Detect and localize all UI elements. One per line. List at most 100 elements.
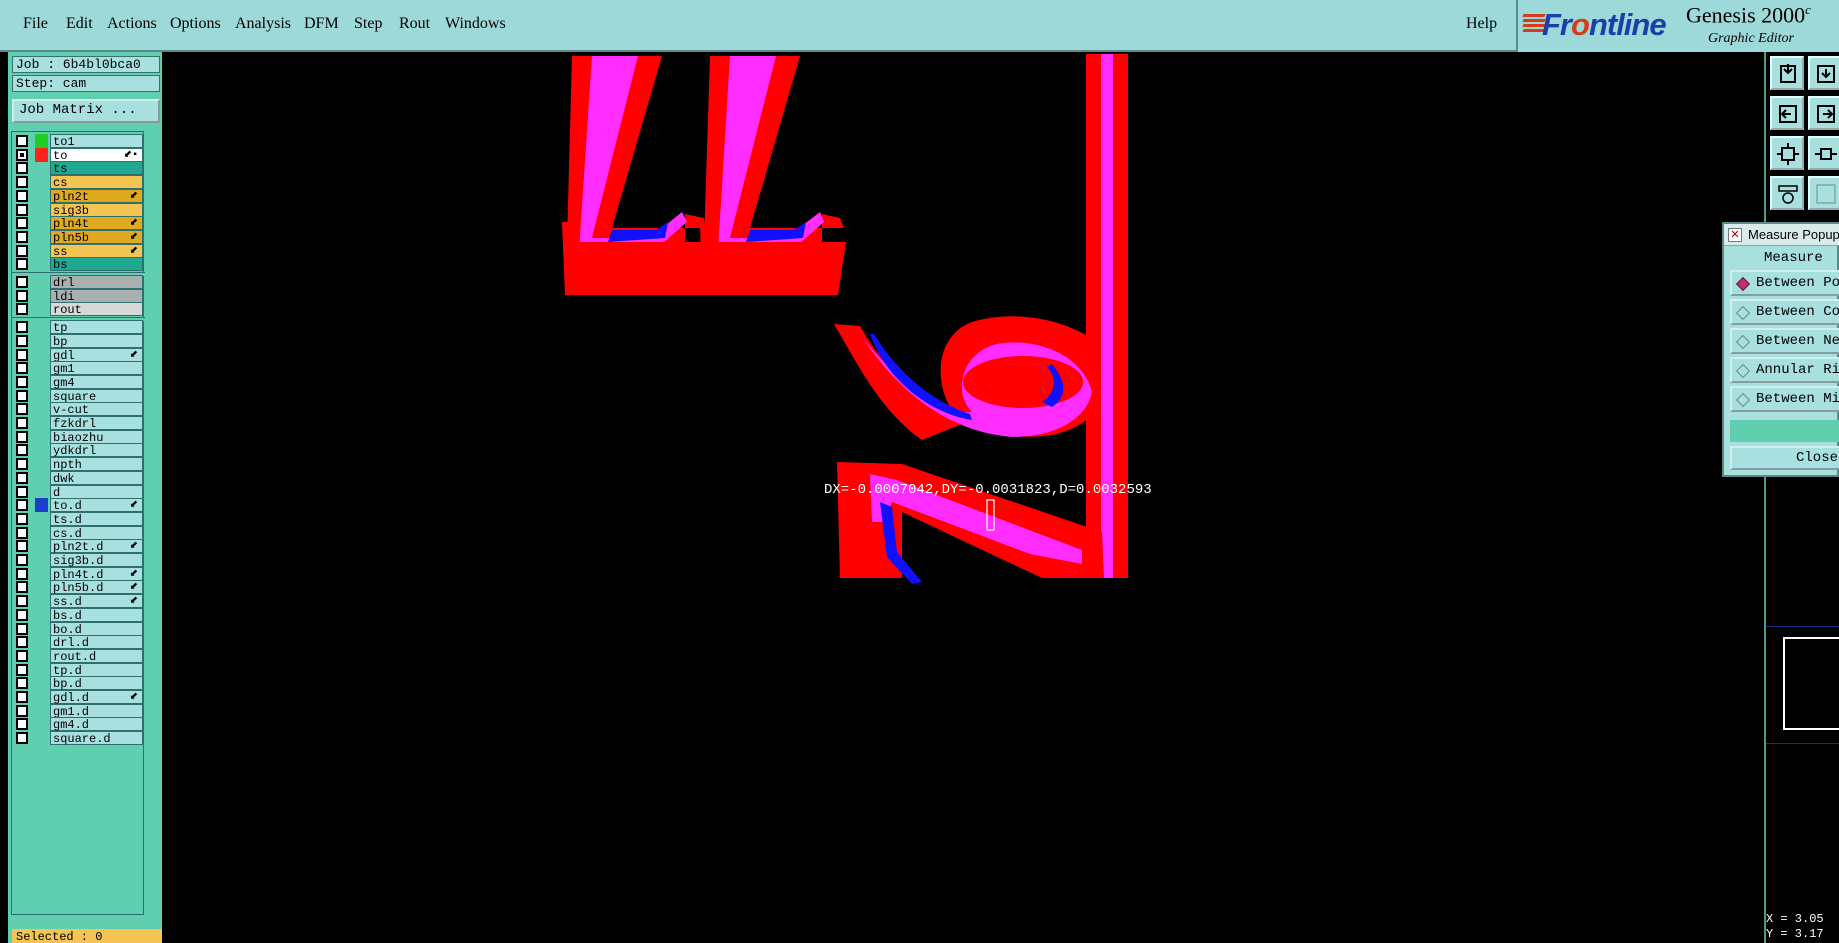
layer-row-rout-d[interactable]: rout.d — [12, 648, 145, 664]
layer-name[interactable]: gm4.d — [50, 717, 143, 732]
layer-checkbox[interactable] — [16, 362, 28, 375]
layer-checkbox[interactable] — [16, 430, 28, 443]
layer-row-fzkdrl[interactable]: fzkdrl — [12, 416, 145, 431]
layer-checkbox[interactable] — [16, 289, 28, 302]
layer-name[interactable]: pln5b ⬋ — [50, 229, 143, 245]
layer-name[interactable]: bo.d — [50, 621, 143, 637]
layer-checkbox[interactable] — [16, 718, 28, 731]
layer-row-npth[interactable]: npth — [12, 457, 145, 472]
pan-right-button[interactable] — [1808, 96, 1839, 130]
layer-name[interactable]: d — [50, 484, 143, 500]
layer-checkbox[interactable] — [16, 622, 28, 635]
menu-options[interactable]: Options — [170, 15, 221, 33]
layer-row-pln5b-d[interactable]: pln5b.d ⬋ — [12, 580, 145, 595]
layer-row-pln4t-d[interactable]: pln4t.d ⬋ — [12, 566, 145, 582]
layer-row-square-d[interactable]: square.d — [12, 731, 145, 746]
layer-name[interactable]: to ⬋▪ — [50, 147, 143, 163]
layer-checkbox[interactable] — [16, 244, 28, 257]
layer-name[interactable]: to1 — [50, 134, 143, 149]
layer-checkbox[interactable] — [16, 471, 28, 484]
grid-button[interactable] — [1808, 176, 1839, 210]
layer-name[interactable]: v-cut — [50, 402, 143, 417]
layer-row-d[interactable]: d — [12, 484, 145, 500]
layer-name[interactable]: cs — [50, 175, 143, 190]
layer-row-gdl-d[interactable]: gdl.d ⬋ — [12, 690, 145, 705]
layer-name[interactable]: dwk — [50, 470, 143, 486]
layer-checkbox[interactable] — [16, 608, 28, 621]
layer-name[interactable]: cs.d — [50, 525, 143, 541]
layer-checkbox[interactable] — [16, 303, 28, 316]
layer-checkbox[interactable] — [16, 485, 28, 498]
layer-name[interactable]: sig3b — [50, 202, 143, 218]
layer-name[interactable]: ts — [50, 161, 143, 176]
layer-name[interactable]: drl — [50, 275, 143, 290]
menu-actions[interactable]: Actions — [107, 15, 157, 33]
layer-name[interactable]: ldi — [50, 288, 143, 304]
layer-checkbox[interactable] — [16, 389, 28, 402]
pan-left-button[interactable] — [1770, 96, 1804, 130]
layer-checkbox[interactable] — [16, 526, 28, 539]
layer-row-pln2t-d[interactable]: pln2t.d ⬋ — [12, 539, 145, 554]
measure-option-between-min[interactable]: Between Mi — [1730, 386, 1839, 412]
menu-analysis[interactable]: Analysis — [235, 15, 291, 33]
layer-name[interactable]: gm4 — [50, 374, 143, 390]
layer-name[interactable]: drl.d — [50, 635, 143, 650]
layer-row-pln4t[interactable]: pln4t ⬋ — [12, 216, 145, 231]
layer-name[interactable]: square — [50, 388, 143, 404]
layer-row-cs[interactable]: cs — [12, 175, 145, 190]
measure-option-between-nets[interactable]: Between Ne — [1730, 328, 1839, 354]
layer-row-pln5b[interactable]: pln5b ⬋ — [12, 229, 145, 245]
menu-windows[interactable]: Windows — [445, 15, 506, 33]
layer-checkbox[interactable] — [16, 403, 28, 416]
layer-name[interactable]: pln2t ⬋ — [50, 188, 143, 204]
layer-checkbox[interactable] — [16, 691, 28, 703]
snap-button[interactable] — [1770, 176, 1804, 210]
layer-checkbox[interactable] — [16, 321, 28, 334]
layer-name[interactable]: square.d — [50, 731, 143, 746]
layer-name[interactable]: pln4t ⬋ — [50, 216, 143, 231]
layer-row-square[interactable]: square — [12, 388, 145, 404]
layer-name[interactable]: pln4t.d ⬋ — [50, 566, 143, 582]
measure-option-annular-ring[interactable]: Annular Ri — [1730, 357, 1839, 383]
layer-checkbox[interactable] — [16, 203, 28, 216]
layer-checkbox[interactable] — [16, 189, 28, 202]
layer-name[interactable]: pln5b.d ⬋ — [50, 580, 143, 595]
layer-row-bp[interactable]: bp — [12, 333, 145, 349]
layer-checkbox[interactable] — [16, 375, 28, 388]
layer-checkbox[interactable] — [16, 567, 28, 580]
layer-row-drl[interactable]: drl — [12, 275, 145, 290]
layer-row-ldi[interactable]: ldi — [12, 288, 145, 304]
menu-edit[interactable]: Edit — [66, 15, 93, 33]
layer-row-ydkdrl[interactable]: ydkdrl — [12, 443, 145, 458]
layer-row-gm4-d[interactable]: gm4.d — [12, 717, 145, 732]
layer-row-gm1[interactable]: gm1 — [12, 361, 145, 376]
layer-row-drl-d[interactable]: drl.d — [12, 635, 145, 650]
layer-name[interactable]: ydkdrl — [50, 443, 143, 458]
layer-checkbox[interactable] — [16, 512, 28, 525]
layer-checkbox[interactable] — [16, 581, 28, 594]
layer-name[interactable]: gm1 — [50, 361, 143, 376]
job-matrix-button[interactable]: Job Matrix ... — [12, 99, 160, 123]
layer-checkbox[interactable] — [16, 636, 28, 649]
layer-checkbox[interactable] — [16, 148, 28, 161]
layer-row-ss-d[interactable]: ss.d ⬋ — [12, 594, 145, 609]
layer-row-sig3b-d[interactable]: sig3b.d — [12, 553, 145, 568]
layer-name[interactable]: bp — [50, 333, 143, 349]
layer-name[interactable]: fzkdrl — [50, 416, 143, 431]
menu-rout[interactable]: Rout — [399, 15, 430, 33]
layer-name[interactable]: ss ⬋ — [50, 243, 143, 259]
fit-button[interactable] — [1770, 136, 1804, 170]
layer-checkbox[interactable] — [16, 499, 28, 512]
layer-row-biaozhu[interactable]: biaozhu — [12, 429, 145, 445]
layer-name[interactable]: to.d ⬋ — [50, 498, 143, 513]
layer-name[interactable]: gdl.d ⬋ — [50, 690, 143, 705]
layer-row-gdl[interactable]: gdl ⬋ — [12, 347, 145, 363]
layer-checkbox[interactable] — [16, 732, 28, 745]
popup-title-bar[interactable]: ✕ Measure Popup — [1724, 224, 1839, 246]
popup-close-button[interactable]: Close — [1730, 446, 1839, 470]
overview-preview[interactable] — [1766, 626, 1839, 744]
measure-option-between-points[interactable]: Between Po — [1730, 270, 1839, 296]
close-icon[interactable]: ✕ — [1728, 228, 1742, 242]
layer-checkbox[interactable] — [16, 258, 28, 271]
layer-checkbox[interactable] — [16, 135, 28, 147]
